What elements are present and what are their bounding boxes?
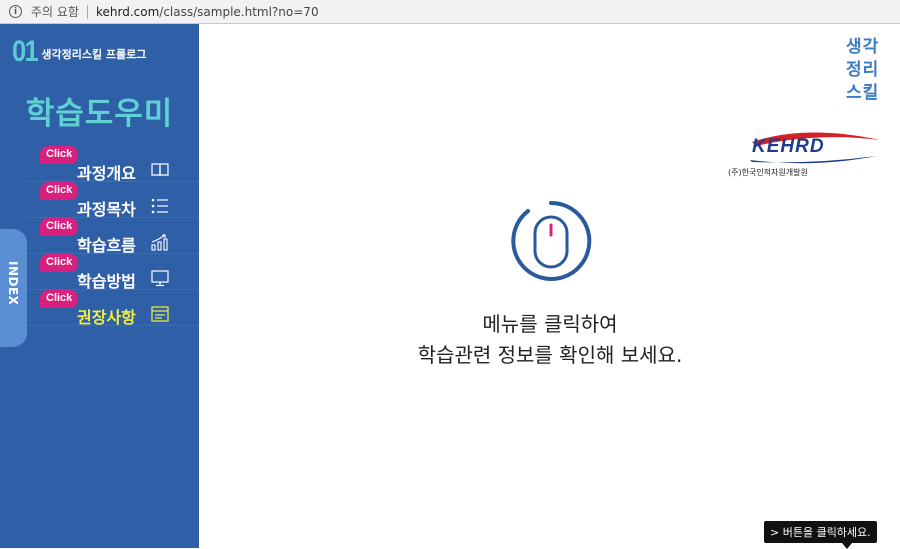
mouse-icon [511,200,592,281]
growth-chart-icon [151,234,168,251]
index-tab[interactable]: INDEX [0,229,27,347]
sidebar-item-method[interactable]: Click 학습방법 [27,254,199,291]
monitor-icon [151,270,169,287]
click-badge: Click [40,146,79,164]
list-icon [151,198,168,214]
sidebar-menu: Click 과정개요 Click 과정목차 Click 학습흐름 Click 학… [27,146,199,327]
instruction-line-1: 메뉴를 클릭하여 [482,312,618,336]
instruction-line-2: 학습관련 정보를 확인해 보세요. [417,343,683,367]
kehrd-logo: KEHRD (주)한국인적자원개발원 [728,126,888,182]
sidebar-item-contents[interactable]: Click 과정목차 [27,182,199,219]
course-number: 01 [12,35,39,68]
sidebar-item-flow[interactable]: Click 학습흐름 [27,218,199,255]
course-logo-line: 스킬 [846,83,880,103]
click-badge: Click [40,290,79,308]
url-text[interactable]: kehrd.com/class/sample.html?no=70 [96,5,319,19]
url-path: /class/sample.html?no=70 [159,4,319,19]
click-badge: Click [40,254,79,272]
course-logo-line: 정리 [846,60,880,80]
kehrd-name: KEHRD [752,136,825,157]
kehrd-org: (주)한국인적자원개발원 [728,168,808,177]
sidebar-item-label: 학습방법 [77,272,136,291]
checklist-icon [151,306,169,322]
sidebar-item-label: 학습흐름 [77,236,136,255]
sidebar-item-recommendations[interactable]: Click 권장사항 [27,290,199,327]
address-bar[interactable]: i 주의 요함 kehrd.com/class/sample.html?no=7… [0,0,900,24]
sidebar-title: 학습도우미 [25,96,174,132]
security-warning[interactable]: 주의 요함 [31,3,79,20]
course-subtitle: 생각정리스킬 프롤로그 [41,48,147,61]
sidebar-item-overview[interactable]: Click 과정개요 [27,146,199,183]
course-logo-line: 생각 [846,37,880,57]
divider [86,4,88,19]
course-logo: 생각 정리 스킬 [846,36,879,105]
sidebar-item-label: 권장사항 [77,308,136,327]
book-icon [151,163,169,177]
sidebar: 01 생각정리스킬 프롤로그 학습도우미 INDEX Click 과정개요 Cl… [0,24,199,548]
info-icon[interactable]: i [9,5,22,18]
sidebar-item-label: 과정목차 [77,200,136,219]
tooltip: > 버튼을 클릭하세요. [764,521,877,549]
url-host: kehrd.com [95,4,160,19]
click-badge: Click [40,182,79,200]
course-brand: 01 생각정리스킬 프롤로그 [12,35,147,68]
index-tab-label: INDEX [6,261,20,306]
sidebar-item-label: 과정개요 [77,164,136,183]
click-badge: Click [40,218,79,236]
